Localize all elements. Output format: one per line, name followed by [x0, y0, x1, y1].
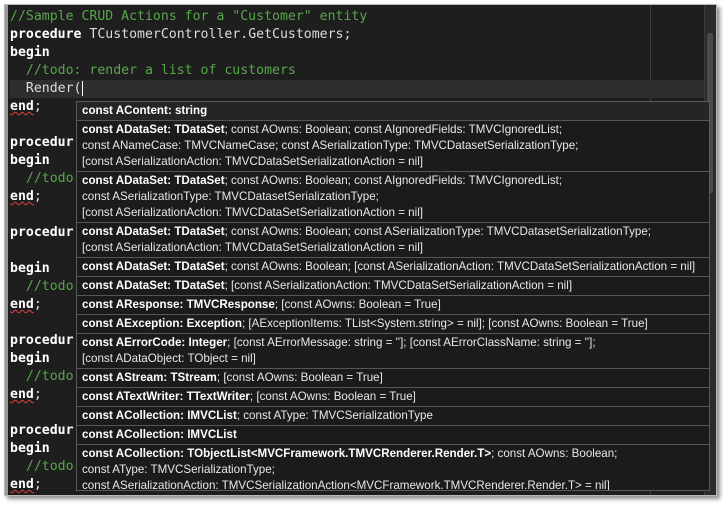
code-text: ; [33, 477, 42, 492]
overload-signature: const AStream: TStream [82, 371, 217, 384]
code-line[interactable]: procedure TCustomerController.GetCustome… [10, 26, 704, 44]
overload-signature: const AResponse: TMVCResponse [82, 298, 275, 311]
code-keyword: end [10, 477, 34, 492]
overload-item[interactable]: const ADataSet: TDataSet; const AOwns: B… [77, 258, 709, 277]
code-comment: //todo [10, 369, 74, 384]
overload-item[interactable]: const ACollection: IMVCList [77, 426, 709, 445]
code-comment: //Sample CRUD Actions for a "Customer" e… [10, 9, 368, 24]
code-keyword: procedur [10, 423, 74, 438]
code-keyword: end [10, 387, 34, 402]
overload-item[interactable]: const ATextWriter: TTextWriter; [const A… [77, 388, 709, 407]
code-text: ; [33, 189, 42, 204]
overload-item[interactable]: const AErrorCode: Integer; [const AError… [77, 334, 709, 369]
overload-item[interactable]: const AResponse: TMVCResponse; [const AO… [77, 296, 709, 315]
overload-item[interactable]: const AContent: string [77, 102, 709, 121]
code-line[interactable]: //todo: render a list of customers [10, 62, 704, 80]
overload-signature: const ACollection: IMVCList [82, 409, 237, 422]
code-keyword: procedure [10, 27, 82, 42]
overload-signature: const AErrorCode: Integer [82, 336, 228, 349]
overload-item[interactable]: const ADataSet: TDataSet; const AOwns: B… [77, 172, 709, 223]
code-line[interactable]: begin [10, 44, 704, 62]
overload-signature: const ADataSet: TDataSet [82, 225, 225, 238]
parameter-hint-popup[interactable]: const AContent: string const ADataSet: TD… [76, 101, 710, 491]
code-keyword: procedur [10, 135, 74, 150]
code-keyword: begin [10, 261, 50, 276]
code-keyword: procedur [10, 225, 74, 240]
overload-parameters: ; [const ASerializationAction: TMVCDataS… [224, 279, 573, 292]
overload-parameters: ; [const AOwns: Boolean = True] [249, 390, 416, 403]
code-keyword: procedur [10, 333, 74, 348]
overload-signature: const ATextWriter: TTextWriter [82, 390, 250, 403]
code-comment: //todo [10, 171, 74, 186]
overload-parameters: ; const AOwns: Boolean; [const ASerializ… [224, 260, 696, 273]
overload-item[interactable]: const ADataSet: TDataSet; const AOwns: B… [77, 223, 709, 258]
code-keyword: begin [10, 441, 50, 456]
overload-signature: const ACollection: TObjectList<MVCFramew… [82, 447, 492, 460]
code-keyword: end [10, 297, 34, 312]
code-line[interactable]: Render( [10, 80, 704, 98]
overload-item[interactable]: const ADataSet: TDataSet; const AOwns: B… [77, 121, 709, 172]
code-text: Render( [10, 81, 82, 96]
overload-signature: const AException: Exception [82, 317, 242, 330]
code-keyword: end [10, 99, 34, 114]
code-text: ; [33, 297, 42, 312]
overload-signature: const ADataSet: TDataSet [82, 279, 225, 292]
code-comment: //todo: render a list of customers [10, 63, 296, 78]
overload-item[interactable]: const ACollection: IMVCList; const AType… [77, 407, 709, 426]
change-gutter [5, 5, 8, 495]
overload-signature: const ADataSet: TDataSet [82, 260, 225, 273]
code-keyword: begin [10, 153, 50, 168]
code-editor[interactable]: //Sample CRUD Actions for a "Customer" e… [4, 4, 717, 496]
code-line[interactable]: //Sample CRUD Actions for a "Customer" e… [10, 8, 704, 26]
text-caret [82, 80, 84, 96]
overload-parameters: ; [AExceptionItems: TList<System.string>… [241, 317, 648, 330]
code-comment: //todo [10, 459, 74, 474]
code-text: TCustomerController.GetCustomers; [81, 27, 352, 42]
code-keyword: begin [10, 45, 50, 60]
code-text: ; [33, 387, 42, 402]
overload-signature: const ACollection: IMVCList [82, 428, 237, 441]
code-keyword: begin [10, 351, 50, 366]
overload-item[interactable]: const ADataSet: TDataSet; [const ASerial… [77, 277, 709, 296]
code-comment: //todo [10, 279, 74, 294]
code-keyword: end [10, 189, 34, 204]
overload-parameters: ; const AType: TMVCSerializationType [236, 409, 433, 422]
overload-signature: const ADataSet: TDataSet [82, 123, 225, 136]
overload-parameters: ; [const AOwns: Boolean = True] [274, 298, 441, 311]
overload-item[interactable]: const AException: Exception; [AException… [77, 315, 709, 334]
overload-signature: const AContent: string [82, 104, 208, 117]
overload-parameters: ; [const AOwns: Boolean = True] [216, 371, 383, 384]
overload-item[interactable]: const AStream: TStream; [const AOwns: Bo… [77, 369, 709, 388]
overload-signature: const ADataSet: TDataSet [82, 174, 225, 187]
code-text: ; [33, 99, 42, 114]
overload-item[interactable]: const ACollection: TObjectList<MVCFramew… [77, 445, 709, 490]
